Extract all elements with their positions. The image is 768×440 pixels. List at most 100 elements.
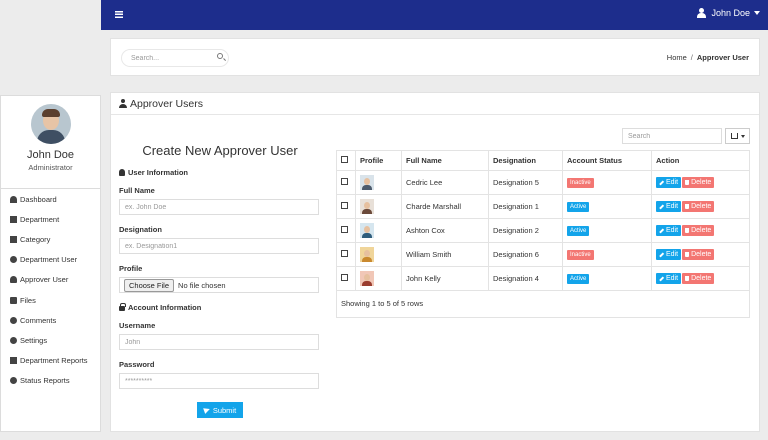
sidebar-profile: John Doe Administrator xyxy=(1,96,100,188)
user-menu[interactable]: John Doe xyxy=(697,8,760,18)
table-search-input[interactable] xyxy=(622,128,722,144)
caret-down-icon xyxy=(740,134,745,138)
status-badge: Inactive xyxy=(567,250,594,260)
user-icon xyxy=(10,276,17,284)
password-input[interactable] xyxy=(119,373,319,389)
grid-icon xyxy=(10,235,17,243)
trash-icon xyxy=(685,180,690,185)
search-input[interactable] xyxy=(121,49,229,67)
folder-icon xyxy=(10,296,17,304)
sidebar-item-department-user[interactable]: Department User xyxy=(1,250,100,270)
user-icon xyxy=(119,169,125,176)
user-info-heading: User Information xyxy=(119,168,321,177)
header-profile: Profile xyxy=(355,150,402,171)
fullname-input[interactable] xyxy=(119,199,319,215)
row-designation: Designation 4 xyxy=(488,266,563,291)
download-icon xyxy=(730,133,738,139)
row-checkbox[interactable] xyxy=(341,178,348,185)
sidebar-item-category[interactable]: Category xyxy=(1,229,100,249)
sidebar-item-approver-user[interactable]: Approver User xyxy=(1,270,100,290)
sidebar-item-status-reports[interactable]: Status Reports xyxy=(1,371,100,391)
edit-button[interactable]: Edit xyxy=(656,249,682,260)
sidebar-item-dashboard[interactable]: Dashboard xyxy=(1,189,100,209)
user-icon xyxy=(119,99,127,108)
trash-icon xyxy=(685,204,690,209)
delete-button[interactable]: Delete xyxy=(682,225,715,236)
profile-name: John Doe xyxy=(26,149,75,161)
select-all-checkbox[interactable] xyxy=(341,156,348,163)
profile-photo xyxy=(360,271,374,286)
username-input[interactable] xyxy=(119,334,319,350)
breadcrumb-current: Approver User xyxy=(696,53,749,62)
select-all-cell xyxy=(336,150,356,171)
delete-button[interactable]: Delete xyxy=(682,201,715,212)
status-badge: Inactive xyxy=(567,178,594,188)
status-badge: Active xyxy=(567,274,590,284)
edit-button[interactable]: Edit xyxy=(656,177,682,188)
designation-input[interactable] xyxy=(119,238,319,254)
profile-photo xyxy=(360,199,374,214)
approver-users-table: Profile Full Name Designation Account St… xyxy=(336,150,750,291)
pencil-icon xyxy=(659,228,664,233)
row-designation: Designation 6 xyxy=(488,242,563,267)
password-label: Password xyxy=(119,360,155,369)
menu-toggle-icon[interactable] xyxy=(115,11,123,18)
header-status: Account Status xyxy=(562,150,652,171)
table-row: William Smith Designation 6 Inactive Edi… xyxy=(336,242,750,267)
pencil-icon xyxy=(659,276,664,281)
export-button[interactable] xyxy=(725,128,750,144)
account-info-heading: Account Information xyxy=(119,303,321,312)
building-icon xyxy=(10,215,17,223)
row-designation: Designation 5 xyxy=(488,170,563,195)
row-checkbox[interactable] xyxy=(341,202,348,209)
bar-chart-icon xyxy=(10,357,17,365)
table-row: John Kelly Designation 4 Active Edit Dele… xyxy=(336,266,750,291)
sidebar-item-department-reports[interactable]: Department Reports xyxy=(1,351,100,371)
sidebar-item-settings[interactable]: Settings xyxy=(1,330,100,350)
fullname-label: Full Name xyxy=(119,186,155,195)
designation-label: Designation xyxy=(119,225,162,234)
trash-icon xyxy=(685,276,690,281)
row-checkbox[interactable] xyxy=(341,274,348,281)
delete-button[interactable]: Delete xyxy=(682,249,715,260)
user-icon xyxy=(697,8,707,18)
row-name: Ashton Cox xyxy=(401,218,489,243)
choose-file-button[interactable]: Choose File xyxy=(124,278,175,292)
table-row: Ashton Cox Designation 2 Active Edit Dele… xyxy=(336,218,750,243)
pie-chart-icon xyxy=(10,377,17,385)
user-menu-name: John Doe xyxy=(711,8,750,18)
row-checkbox[interactable] xyxy=(341,250,348,257)
row-designation: Designation 1 xyxy=(488,194,563,219)
file-status: No file chosen xyxy=(178,280,226,290)
profile-role: Administrator xyxy=(28,163,73,172)
row-name: John Kelly xyxy=(401,266,489,291)
search-bar-card: Home/Approver User xyxy=(110,38,760,76)
edit-button[interactable]: Edit xyxy=(656,273,682,284)
profile-photo xyxy=(360,175,374,190)
pencil-icon xyxy=(659,252,664,257)
status-badge: Active xyxy=(567,202,590,212)
paper-plane-icon xyxy=(202,406,211,414)
create-approver-form: Create New Approver User User Informatio… xyxy=(119,143,321,418)
search-button[interactable] xyxy=(217,53,226,62)
delete-button[interactable]: Delete xyxy=(682,273,715,284)
breadcrumb-home[interactable]: Home xyxy=(667,53,687,62)
row-name: William Smith xyxy=(401,242,489,267)
delete-button[interactable]: Delete xyxy=(682,177,715,188)
trash-icon xyxy=(685,228,690,233)
edit-button[interactable]: Edit xyxy=(656,201,682,212)
sidebar-item-files[interactable]: Files xyxy=(1,290,100,310)
table-header-row: Profile Full Name Designation Account St… xyxy=(336,150,750,171)
avatar xyxy=(30,104,71,144)
profile-file-input: Choose File No file chosen xyxy=(119,277,319,293)
approver-users-card: Approver Users Create New Approver User … xyxy=(110,92,760,432)
sidebar-item-comments[interactable]: Comments xyxy=(1,310,100,330)
row-checkbox[interactable] xyxy=(341,226,348,233)
header-designation: Designation xyxy=(488,150,563,171)
card-header: Approver Users xyxy=(111,93,759,115)
sidebar-item-department[interactable]: Department xyxy=(1,209,100,229)
header-fullname: Full Name xyxy=(401,150,489,171)
submit-button[interactable]: Submit xyxy=(197,402,243,418)
sidebar-nav: Dashboard Department Category Department… xyxy=(1,188,100,391)
edit-button[interactable]: Edit xyxy=(656,225,682,236)
